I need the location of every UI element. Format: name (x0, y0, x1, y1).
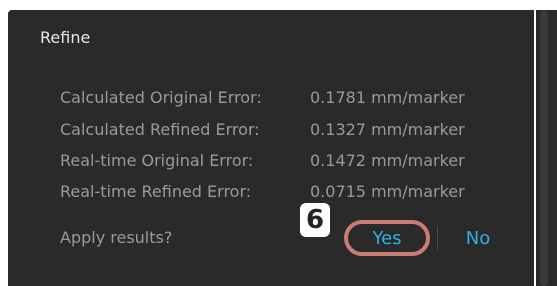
stat-value: 0.0715 mm/marker (310, 182, 465, 201)
step-number-badge: 6 (300, 203, 330, 237)
stat-row-realtime-refined: Real-time Refined Error: 0.0715 mm/marker (60, 182, 465, 201)
stat-label: Calculated Refined Error: (60, 120, 260, 139)
stat-row-calculated-original: Calculated Original Error: 0.1781 mm/mark… (60, 88, 465, 107)
stat-value: 0.1327 mm/marker (310, 120, 465, 139)
stat-value: 0.1781 mm/marker (310, 88, 465, 107)
stat-label: Real-time Original Error: (60, 151, 254, 170)
stat-row-calculated-refined: Calculated Refined Error: 0.1327 mm/marke… (60, 120, 465, 139)
no-button[interactable]: No (456, 226, 500, 250)
yes-button[interactable]: Yes (344, 220, 430, 256)
apply-results-prompt: Apply results? (60, 228, 173, 247)
stat-label: Real-time Refined Error: (60, 182, 252, 201)
stat-row-realtime-original: Real-time Original Error: 0.1472 mm/marke… (60, 151, 465, 170)
scrollbar-thumb[interactable] (540, 10, 548, 286)
button-divider (437, 226, 438, 250)
stat-value: 0.1472 mm/marker (310, 151, 465, 170)
stat-label: Calculated Original Error: (60, 88, 262, 107)
panel-title: Refine (40, 28, 91, 47)
